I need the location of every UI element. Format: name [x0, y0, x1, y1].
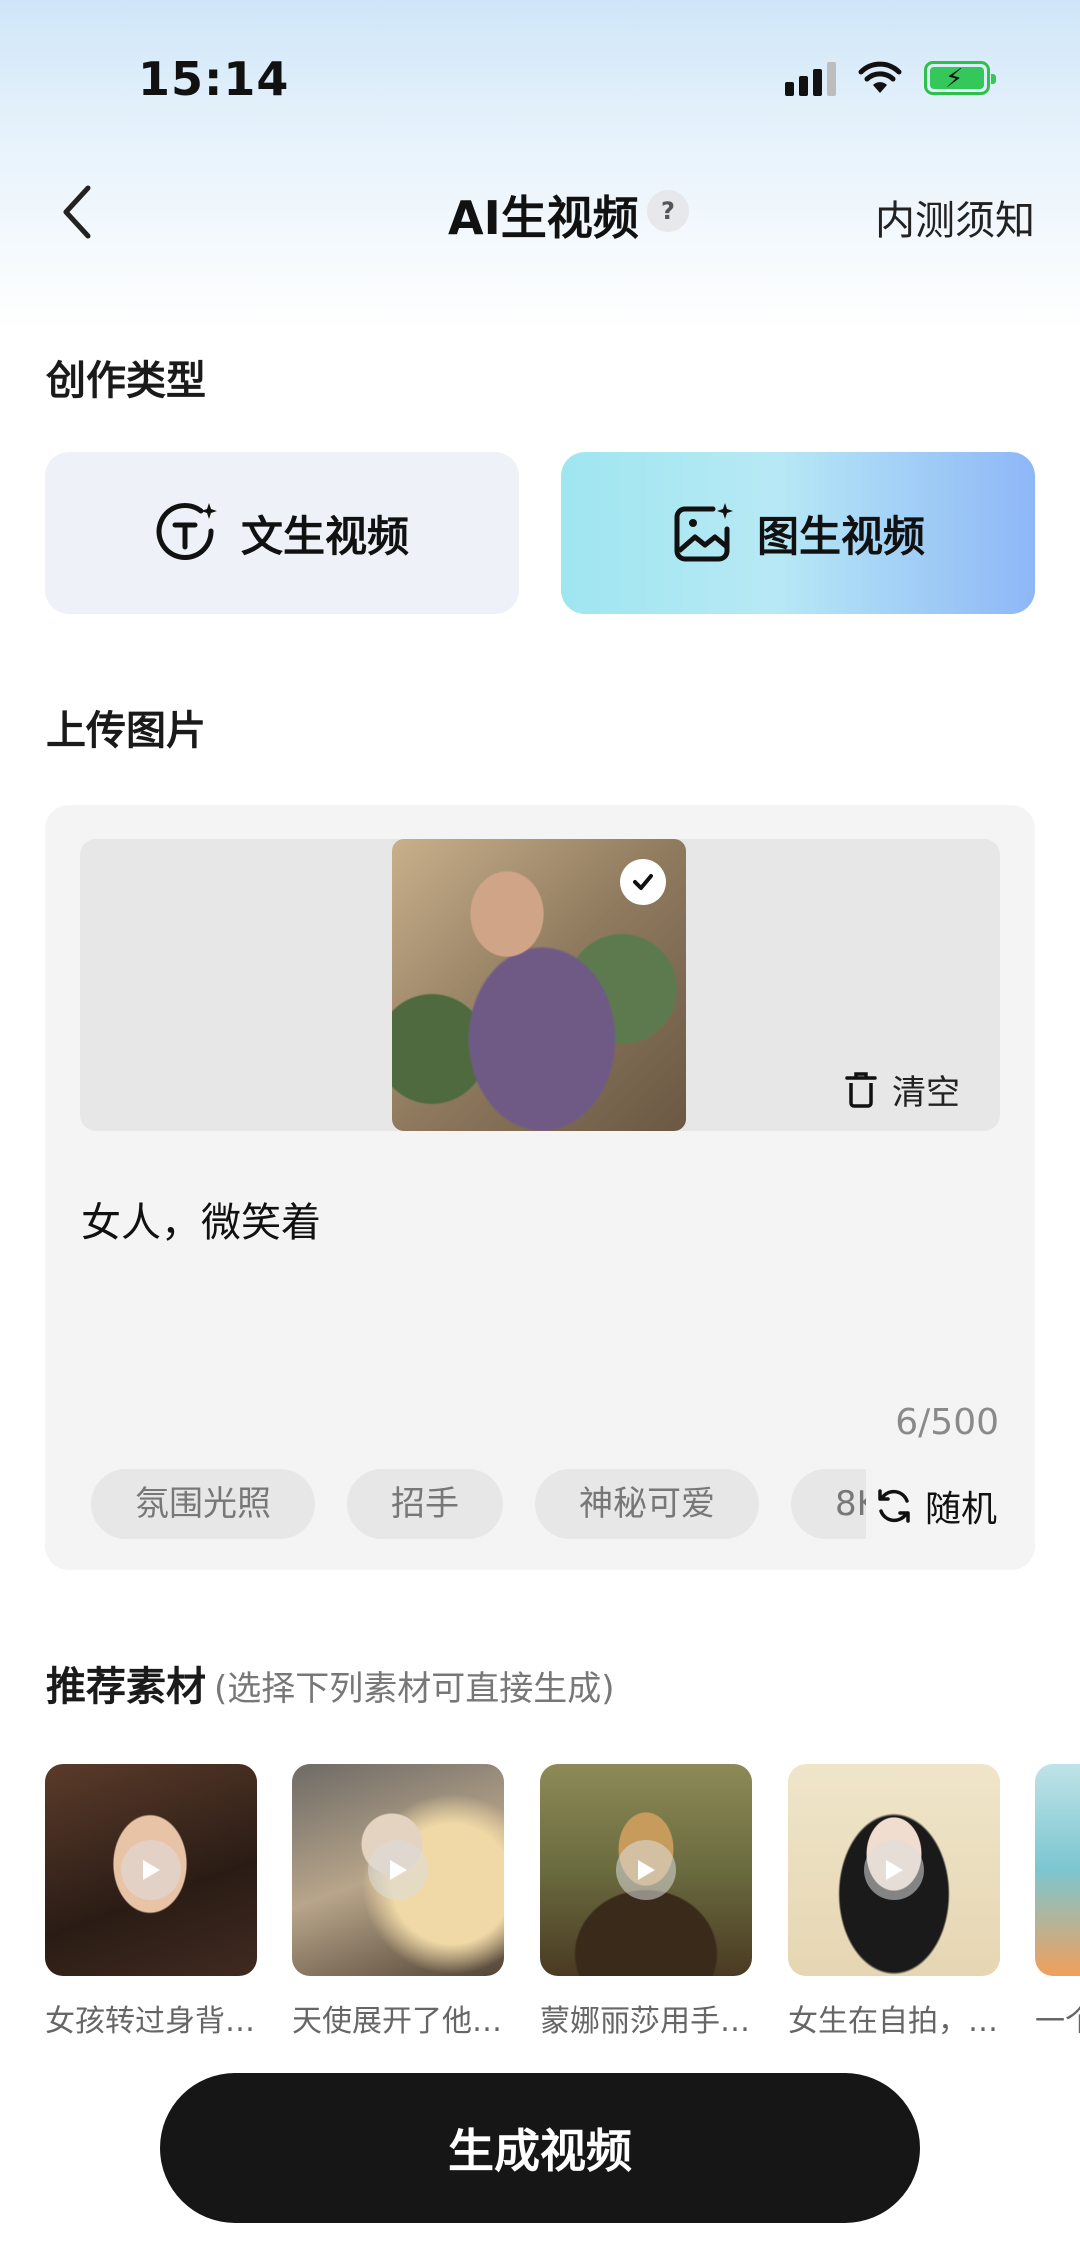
recommended-thumbnail	[540, 1764, 752, 1976]
recommended-caption: 一个	[1035, 2004, 1080, 2039]
recommended-caption: 蒙娜丽莎用手…	[540, 2004, 750, 2039]
recommended-item[interactable]: 女生在自拍，…	[788, 1764, 1000, 2040]
play-icon	[616, 1840, 676, 1900]
image-to-video-icon	[674, 503, 733, 562]
refresh-icon	[878, 1489, 910, 1523]
recommended-title-text: 推荐素材	[46, 1664, 206, 1710]
header-background	[0, 0, 1080, 330]
prompt-chip[interactable]: 招手	[347, 1469, 503, 1539]
recommended-caption: 女孩转过身背…	[45, 2004, 255, 2039]
prompt-chip-list: 氛围光照 招手 神秘可爱 8K	[91, 1469, 866, 1541]
recommended-item[interactable]: 一个	[1035, 1764, 1080, 2040]
recommended-item[interactable]: 蒙娜丽莎用手…	[540, 1764, 752, 2040]
prompt-input[interactable]: 女人，微笑着	[81, 1190, 321, 1248]
battery-charging-icon: ⚡	[924, 61, 996, 95]
image-to-video-label: 图生视频	[756, 511, 925, 561]
recommended-title: 推荐素材 (选择下列素材可直接生成)	[46, 1654, 615, 1712]
play-icon	[368, 1840, 428, 1900]
char-count: 6/500	[895, 1402, 999, 1443]
upload-title: 上传图片	[46, 708, 206, 754]
random-button[interactable]: 随机	[875, 1480, 997, 1532]
trash-icon	[845, 1071, 877, 1108]
recommended-thumbnail	[292, 1764, 504, 1976]
recommended-caption: 女生在自拍，…	[788, 2004, 998, 2039]
recommended-thumbnail	[788, 1764, 1000, 1976]
image-upload-area[interactable]: 清空	[80, 839, 1000, 1131]
text-to-video-option[interactable]: 文生视频	[45, 452, 519, 614]
status-icons: ⚡	[785, 60, 996, 96]
status-time: 15:14	[138, 52, 290, 106]
recommended-thumbnail	[45, 1764, 257, 1976]
recommended-item[interactable]: 天使展开了他…	[292, 1764, 504, 2040]
page-title: AI生视频	[448, 191, 639, 245]
clear-button[interactable]: 清空	[844, 1065, 960, 1114]
recommended-thumbnail	[1035, 1764, 1080, 1976]
prompt-chip[interactable]: 8K	[791, 1469, 866, 1539]
recommended-caption: 天使展开了他…	[292, 2004, 502, 2039]
upload-panel: 清空 女人，微笑着 6/500 氛围光照 招手 神秘可爱 8K 随机	[45, 805, 1035, 1570]
play-icon	[121, 1840, 181, 1900]
creation-type-title: 创作类型	[46, 358, 206, 404]
random-label: 随机	[924, 1489, 997, 1530]
back-button[interactable]	[56, 182, 100, 242]
generate-video-button[interactable]: 生成视频	[160, 2073, 920, 2223]
uploaded-photo[interactable]	[392, 839, 686, 1131]
check-icon	[620, 859, 666, 905]
prompt-chip[interactable]: 氛围光照	[91, 1469, 315, 1539]
prompt-chip[interactable]: 神秘可爱	[535, 1469, 759, 1539]
wifi-icon	[858, 61, 902, 93]
text-to-video-icon	[156, 503, 217, 560]
clear-label: 清空	[892, 1073, 960, 1113]
image-to-video-option[interactable]: 图生视频	[561, 452, 1035, 614]
beta-notice-link[interactable]: 内测须知	[875, 188, 1035, 246]
recommended-item[interactable]: 女孩转过身背…	[45, 1764, 257, 2040]
chevron-left-icon	[63, 185, 91, 239]
recommended-hint: (选择下列素材可直接生成)	[214, 1669, 615, 1709]
signal-icon	[785, 60, 836, 96]
recommended-list: 女孩转过身背… 天使展开了他… 蒙娜丽莎用手… 女生在自拍，… 一个	[45, 1764, 1080, 2054]
text-to-video-label: 文生视频	[240, 511, 409, 561]
help-icon[interactable]: ?	[647, 190, 689, 232]
play-icon	[864, 1840, 924, 1900]
